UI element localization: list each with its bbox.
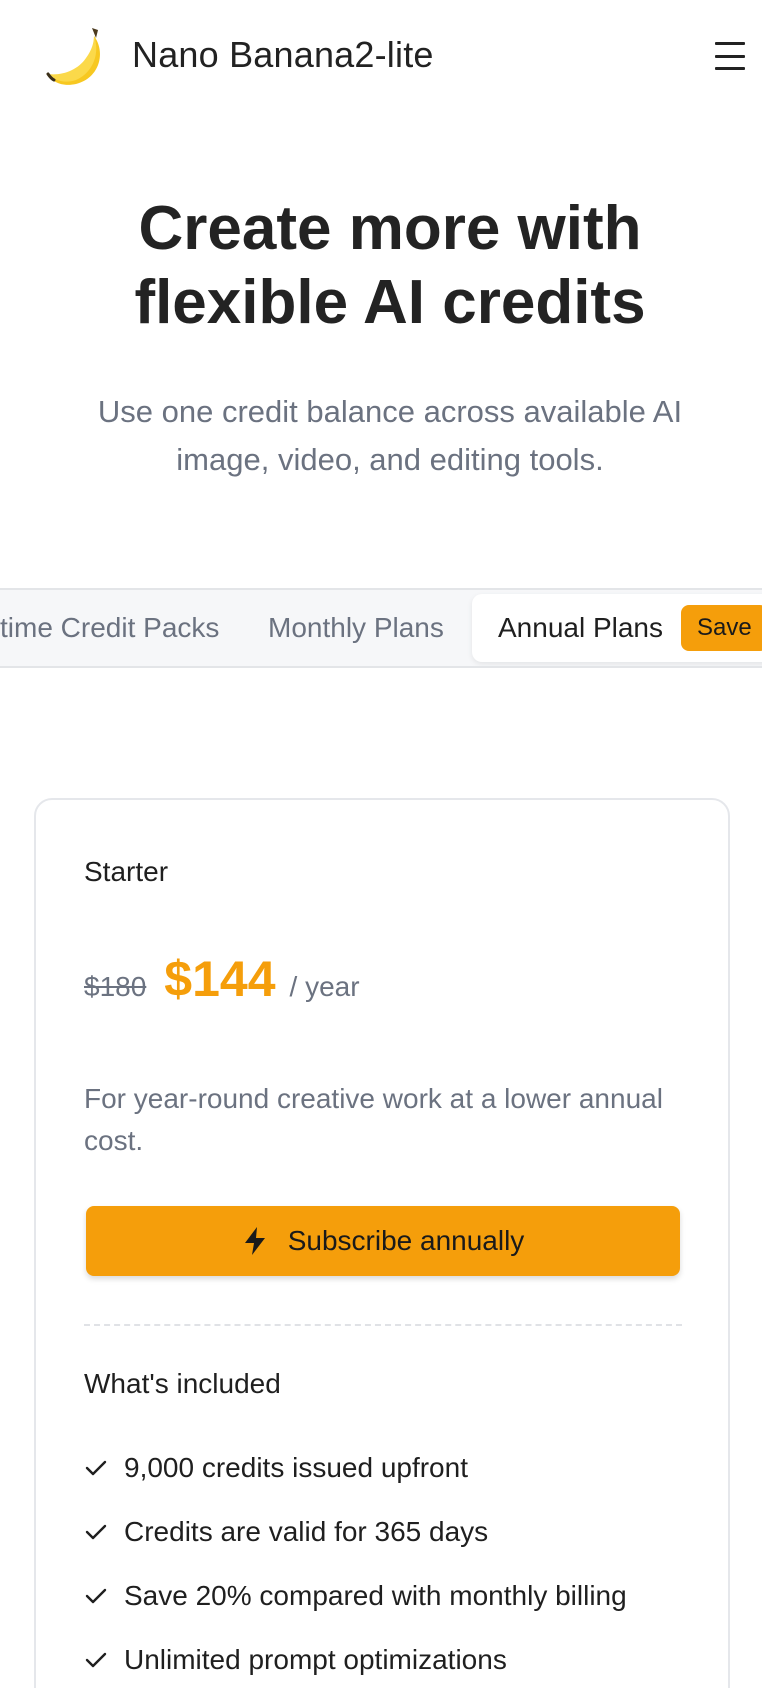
list-item: Unlimited prompt optimizations xyxy=(84,1628,627,1688)
tab-label: Annual Plans xyxy=(498,612,664,643)
feature-text: Credits are valid for 365 days xyxy=(124,1516,489,1547)
feature-text: 9,000 credits issued upfront xyxy=(124,1452,468,1483)
feature-text: Unlimited prompt optimizations xyxy=(124,1644,507,1675)
list-item: Credits are valid for 365 days xyxy=(84,1500,627,1564)
pricing-page: Nano Banana2-lite Create more with flexi… xyxy=(0,0,780,1688)
tab-label: Monthly Plans xyxy=(268,612,444,643)
tab-annual-plans[interactable]: Annual Plans Save xyxy=(472,594,762,662)
checkmark-icon xyxy=(85,1652,107,1668)
button-label: Subscribe annually xyxy=(287,1225,525,1256)
title-line-2: flexible AI credits xyxy=(134,268,646,337)
page-title: Create more with flexible AI credits xyxy=(40,192,740,340)
included-heading: What's included xyxy=(84,1368,281,1399)
plan-tabs: time Credit Packs Monthly Plans Annual P… xyxy=(0,588,762,668)
tab-one-time-credit-packs[interactable]: time Credit Packs xyxy=(0,590,219,666)
price-row: $180 $144 / year xyxy=(84,950,360,1008)
feature-text: Save 20% compared with monthly billing xyxy=(124,1580,627,1611)
hamburger-menu-icon[interactable] xyxy=(710,38,750,74)
feature-list: 9,000 credits issued upfront Credits are… xyxy=(84,1436,627,1688)
title-line-1: Create more with xyxy=(138,194,642,263)
plan-card-starter: Starter $180 $144 / year For year-round … xyxy=(34,798,730,1688)
discounted-price: $144 xyxy=(164,951,276,1007)
lightning-bolt-icon xyxy=(244,1227,265,1255)
banana-icon[interactable] xyxy=(44,22,112,90)
plan-description: For year-round creative work at a lower … xyxy=(84,1083,663,1156)
save-badge: Save xyxy=(681,605,762,651)
original-price: $180 xyxy=(84,971,147,1002)
divider xyxy=(84,1324,682,1326)
checkmark-icon xyxy=(85,1524,107,1540)
list-item: Save 20% compared with monthly billing xyxy=(84,1564,627,1628)
brand-name[interactable]: Nano Banana2-lite xyxy=(132,34,434,76)
site-header: Nano Banana2-lite xyxy=(0,0,780,112)
list-item: 9,000 credits issued upfront xyxy=(84,1436,627,1500)
checkmark-icon xyxy=(85,1588,107,1604)
checkmark-icon xyxy=(85,1460,107,1476)
plan-name: Starter xyxy=(84,856,169,887)
tab-monthly-plans[interactable]: Monthly Plans xyxy=(268,590,444,666)
tab-label: time Credit Packs xyxy=(0,612,220,643)
billing-period: / year xyxy=(289,971,360,1002)
subscribe-annually-button[interactable]: Subscribe annually xyxy=(86,1206,680,1276)
page-subtitle: Use one credit balance across available … xyxy=(97,394,683,477)
